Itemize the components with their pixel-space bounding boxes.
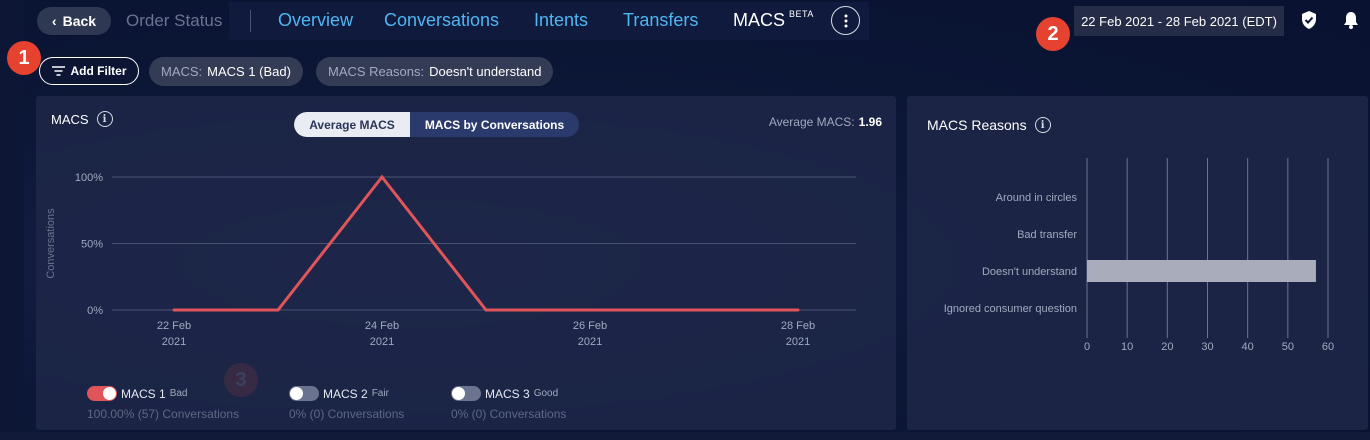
legend-tag: Fair [371,388,389,400]
tab-divider [250,10,251,32]
macs-view-toggle: Average MACS MACS by Conversations [294,112,579,137]
tab-overview[interactable]: Overview [278,10,353,31]
macs-panel-header: MACS i [51,111,113,127]
macs-panel-title: MACS [51,111,89,127]
filter-chip-key: MACS Reasons: [328,64,425,79]
macs-line-chart: 0% 50% 100% Conversations 22 Feb 2021 24 Feb 20… [45,172,856,348]
average-macs: Average MACS: 1.96 [769,115,882,129]
data-point [588,308,592,312]
filter-chip-key: MACS: [161,64,203,79]
category-label: Ignored consumer question [944,303,1077,315]
legend-name: MACS 3 [485,386,530,401]
date-range-picker[interactable]: 22 Feb 2021 - 28 Feb 2021 (EDT) [1074,6,1284,36]
info-icon[interactable]: i [1034,117,1051,133]
more-options-button[interactable] [831,6,860,35]
tab-transfers[interactable]: Transfers [623,10,698,31]
data-point [380,175,384,179]
filter-chip-value: Doesn't understand [429,64,542,79]
x-tick-label: 0 [1084,341,1090,353]
category-label: Doesn't understand [982,266,1077,278]
reasons-panel-title: MACS Reasons [927,117,1027,133]
tab-intents[interactable]: Intents [534,10,588,31]
data-point [276,308,280,312]
tab-macs[interactable]: MACS BETA [733,9,814,31]
add-filter-button[interactable]: Add Filter [39,57,139,85]
x-tick-label: 24 Feb [365,320,399,332]
data-point [796,308,800,312]
legend-item-macs2: MACS 2 Fair 0% (0) Conversations [289,385,404,421]
breadcrumb[interactable]: Order Status [126,11,222,31]
toggle-macs-by-conversations[interactable]: MACS by Conversations [410,112,579,137]
annotation-marker-2: 2 [1036,17,1070,51]
beta-badge: BETA [789,9,814,19]
macs3-toggle[interactable] [451,386,481,402]
data-point [172,308,176,312]
legend-tag: Good [533,388,559,400]
legend-item-macs1: MACS 1 Bad 100.00% (57) Conversations [87,385,239,421]
filter-chip-macs-reasons[interactable]: MACS Reasons: Doesn't understand [316,57,554,86]
y-tick-label: 100% [75,172,103,184]
add-filter-label: Add Filter [70,64,127,78]
x-tick-label: 60 [1322,341,1334,353]
legend-name: MACS 1 [121,386,166,401]
bottom-frame [0,432,1370,440]
chevron-left-icon: ‹ [51,13,57,29]
data-point [692,308,696,312]
macs2-toggle[interactable] [289,386,319,402]
x-tick-label: 50 [1282,341,1294,353]
reasons-panel-header: MACS Reasons i [927,117,1051,133]
legend-tag: Bad [169,388,188,400]
more-vertical-icon [844,14,847,27]
x-tick-label: 20 [1161,341,1173,353]
y-tick-label: 50% [81,239,103,251]
legend-sub: 0% (0) Conversations [289,407,405,421]
toggle-average-macs[interactable]: Average MACS [294,112,410,137]
legend-item-macs3: MACS 3 Good 0% (0) Conversations [451,385,566,421]
bell-icon[interactable] [1341,10,1361,30]
y-tick-label: 0% [87,305,103,317]
average-macs-label: Average MACS: [768,115,855,129]
data-point [484,308,488,312]
y-axis-label: Conversations [45,208,57,279]
back-label: Back [62,13,97,29]
x-tick-label: 2021 [578,336,602,348]
tab-conversations[interactable]: Conversations [384,10,499,31]
x-tick-label: 26 Feb [573,320,607,332]
legend-sub: 0% (0) Conversations [451,407,567,421]
legend-sub: 100.00% (57) Conversations [87,407,240,421]
x-tick-label: 40 [1242,341,1254,353]
x-tick-label: 2021 [370,336,394,348]
legend-name: MACS 2 [323,386,368,401]
x-tick-label: 10 [1121,341,1133,353]
category-label: Around in circles [996,192,1078,204]
macs-reasons-bar-chart: 0 10 20 30 40 50 60 Around in circles Bad transf… [944,158,1334,353]
tab-macs-label: MACS [733,10,786,30]
filter-icon [51,66,65,76]
back-button[interactable]: ‹ Back [37,7,111,35]
x-tick-label: 28 Feb [781,320,815,332]
category-label: Bad transfer [1017,229,1077,241]
x-tick-label: 2021 [162,336,186,348]
average-macs-value: 1.96 [858,115,882,129]
shield-check-icon[interactable] [1299,10,1319,30]
x-tick-label: 30 [1201,341,1213,353]
filter-chip-value: MACS 1 (Bad) [207,64,291,79]
info-icon[interactable]: i [96,111,113,127]
macs1-toggle[interactable] [87,386,117,402]
annotation-marker-1: 1 [7,41,41,75]
bar [1087,260,1316,282]
x-tick-label: 2021 [786,336,810,348]
filter-chip-macs[interactable]: MACS: MACS 1 (Bad) [149,57,303,86]
x-tick-label: 22 Feb [157,320,191,332]
